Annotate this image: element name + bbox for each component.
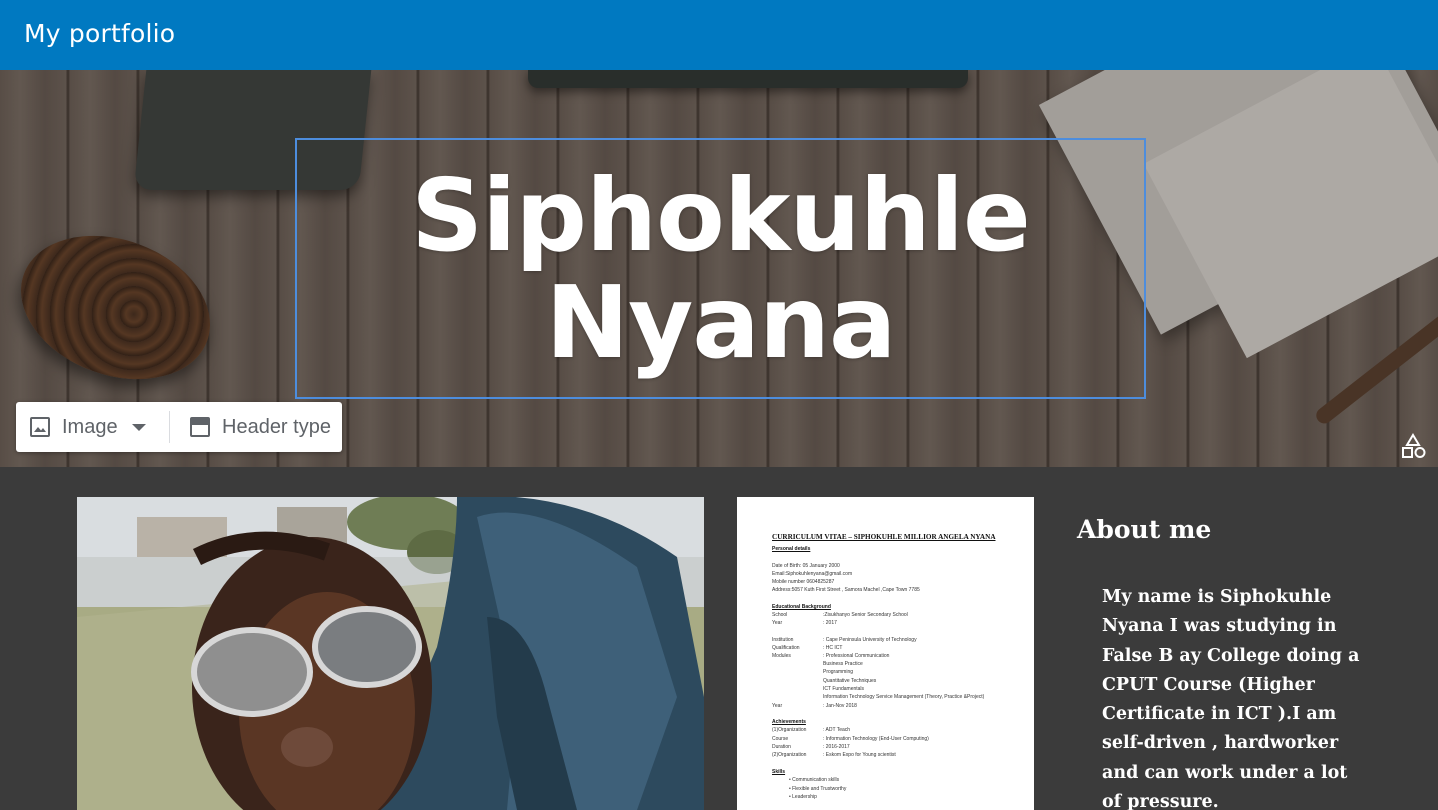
header-title[interactable]: Siphokuhle Nyana — [297, 162, 1144, 376]
cv-line: (1)Organization — [772, 727, 807, 733]
cv-line: Year — [772, 620, 783, 626]
cv-line: : Jan-Nov 2018 — [823, 703, 857, 709]
cv-line: Duration — [772, 744, 791, 750]
cv-line: Qualification — [772, 645, 800, 651]
shapes-icon[interactable] — [1400, 432, 1428, 460]
header-banner[interactable]: Siphokuhle Nyana Image Header type — [0, 70, 1438, 467]
header-type-button[interactable]: Header type — [170, 402, 331, 452]
cv-line: Programming — [823, 669, 854, 675]
cv-line: (2)Organization — [772, 752, 807, 758]
about-heading[interactable]: About me — [1077, 515, 1211, 544]
cv-line: : HC ICT — [823, 645, 843, 651]
cv-line: Course — [772, 736, 789, 742]
cv-line: • Flexible and Trustworthy — [789, 786, 847, 792]
cv-title: CURRICULUM VITAE – SIPHOKUHLE MILLIOR AN… — [772, 533, 996, 541]
cv-section-heading: Personal details — [772, 546, 811, 552]
cv-section-heading: Skills — [772, 769, 786, 775]
cv-line: : Eskom Expo for Young scientist — [823, 752, 896, 758]
site-title[interactable]: My portfolio — [24, 19, 175, 48]
cv-line: ICT Fundamentals — [823, 686, 865, 692]
cv-line: Mobile number 0604825287 — [772, 579, 835, 585]
cv-section-heading: Achievements — [772, 719, 806, 725]
cv-line: Year — [772, 703, 783, 709]
chevron-down-icon — [131, 423, 146, 431]
content-section: CURRICULUM VITAE – SIPHOKUHLE MILLIOR AN… — [0, 467, 1438, 810]
header-title-line2: Nyana — [545, 264, 896, 381]
cv-line: School — [772, 612, 788, 618]
profile-photo[interactable] — [77, 497, 704, 810]
image-button-label: Image — [62, 415, 118, 438]
image-button[interactable]: Image — [16, 402, 169, 452]
cv-line: Address:5057 Kuth First Street , Samora … — [772, 587, 920, 593]
cv-line: : 2017 — [823, 620, 837, 626]
header-toolbar: Image Header type — [16, 402, 342, 452]
header-title-line1: Siphokuhle — [411, 157, 1031, 274]
app-bar: My portfolio — [0, 0, 1438, 70]
cv-line: : ADT Teach — [823, 727, 851, 733]
cv-document-preview[interactable]: CURRICULUM VITAE – SIPHOKUHLE MILLIOR AN… — [737, 497, 1034, 810]
cv-line: Quantitative Techniques — [823, 678, 877, 684]
cv-line: :Zisukhanyo Senior Secondary School — [823, 612, 908, 618]
header-title-box[interactable]: Siphokuhle Nyana — [295, 138, 1146, 399]
cv-line: Modules — [772, 653, 791, 659]
cv-line: Information Technology Service Managemen… — [823, 694, 985, 700]
cv-line: Institution — [772, 637, 794, 643]
cv-line: : Cape Peninsula University of Technolog… — [823, 637, 917, 643]
cv-line: : Professional Communication — [823, 653, 890, 659]
cv-line: Date of Birth: 05 January 2000 — [772, 563, 840, 569]
cv-section-heading: Educational Background — [772, 604, 831, 610]
cv-line: : 2016-2017 — [823, 744, 850, 750]
header-type-label: Header type — [222, 415, 331, 438]
cv-line: Email:Siphokuhlenyana@gmail.com — [772, 571, 853, 577]
header-type-icon — [188, 415, 212, 439]
cv-line: • Communication skills — [789, 777, 840, 783]
image-icon — [28, 415, 52, 439]
cv-line: Business Practice — [823, 661, 863, 667]
about-text[interactable]: My name is Siphokuhle Nyana I was studyi… — [1102, 583, 1370, 810]
cv-line: • Leadership — [789, 794, 817, 800]
cv-line: : Information Technology (End-User Compu… — [823, 736, 929, 742]
